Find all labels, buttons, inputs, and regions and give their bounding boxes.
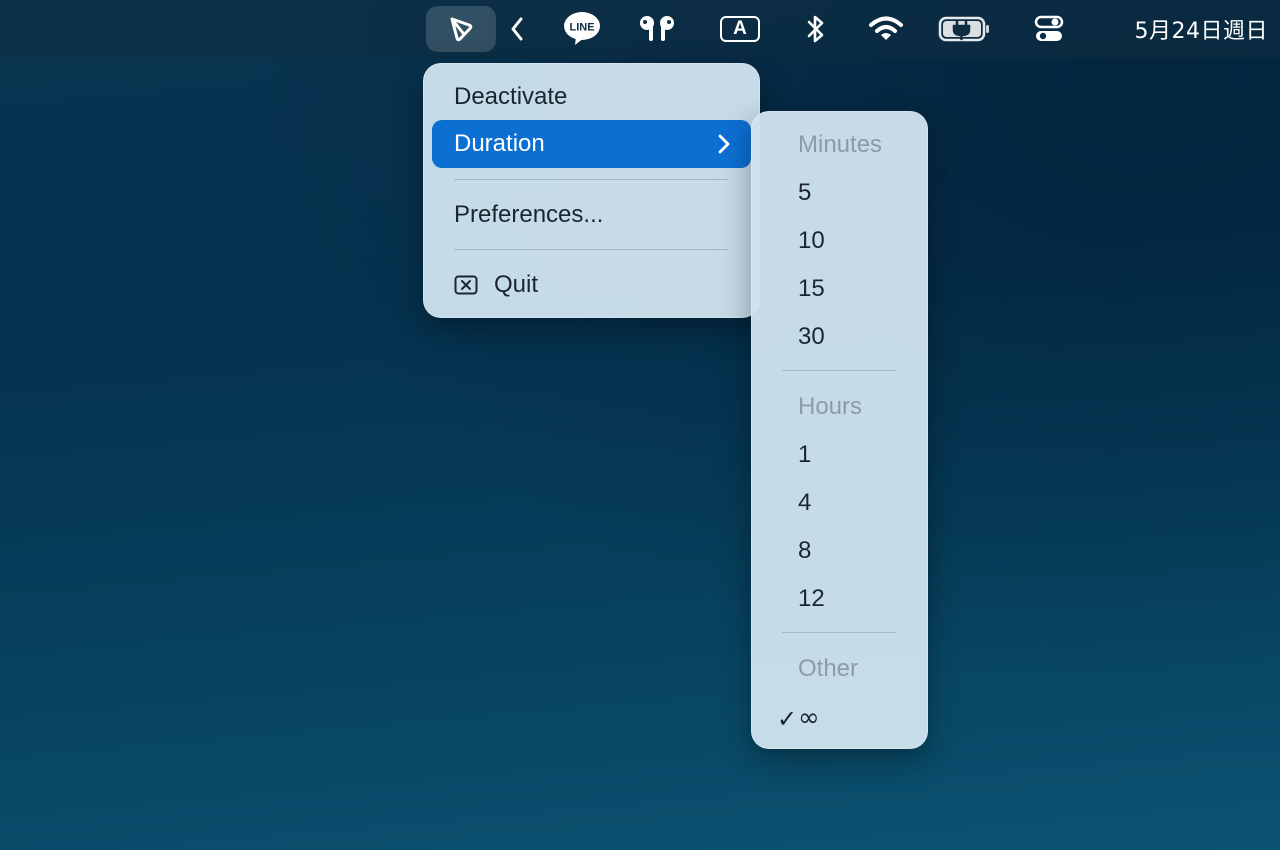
control-center-icon <box>1034 15 1064 41</box>
wifi-status-item[interactable] <box>864 6 908 52</box>
battery-status-item[interactable] <box>936 6 994 52</box>
duration-option-10-minutes[interactable]: 10 <box>760 217 919 265</box>
submenu-header-minutes: Minutes <box>798 131 883 158</box>
duration-option-12-hours[interactable]: 12 <box>760 575 919 623</box>
menu-separator <box>454 249 728 250</box>
submenu-header-other: Other <box>798 655 859 682</box>
input-source-icon: A <box>720 16 760 42</box>
menubar-clock[interactable]: 5月24日週日 <box>1098 6 1268 52</box>
menu-item-duration[interactable]: Duration <box>432 120 751 168</box>
duration-option-30-minutes[interactable]: 30 <box>760 313 919 361</box>
menu-bar: LINE A 5月24日週日 <box>0 0 1280 58</box>
quit-icon <box>454 275 478 295</box>
menu-item-label: Preferences... <box>454 201 604 228</box>
duration-option-indefinitely[interactable]: ✓ ∞ <box>760 694 919 742</box>
duration-option-5-minutes[interactable]: 5 <box>760 169 919 217</box>
line-app-icon: LINE <box>564 12 600 45</box>
menu-separator <box>454 179 728 180</box>
menu-separator <box>782 370 896 371</box>
menu-item-deactivate[interactable]: Deactivate <box>432 73 751 121</box>
chevron-left-icon <box>511 17 523 41</box>
bluetooth-status-item[interactable] <box>800 6 832 52</box>
menu-separator <box>782 632 896 633</box>
submenu-header-hours: Hours <box>798 393 863 420</box>
menu-item-label: Quit <box>494 271 539 298</box>
input-source-label: A <box>733 18 747 39</box>
chevron-right-icon <box>718 134 730 154</box>
menu-item-preferences[interactable]: Preferences... <box>432 191 751 239</box>
duration-option-1-hour[interactable]: 1 <box>760 431 919 479</box>
wifi-icon <box>869 16 903 40</box>
duration-option-8-hours[interactable]: 8 <box>760 527 919 575</box>
control-center-status-item[interactable] <box>1026 6 1072 52</box>
amphetamine-menu: Deactivate Duration Preferences... Quit <box>423 63 760 318</box>
bluetooth-icon <box>807 15 824 43</box>
checkmark-icon: ✓ <box>777 705 798 733</box>
airpods-icon <box>640 16 674 41</box>
amphetamine-app-icon <box>450 17 473 42</box>
menu-item-label: Duration <box>454 130 545 157</box>
line-status-item[interactable]: LINE <box>560 6 604 52</box>
clock-text: 5月24日週日 <box>1134 19 1268 44</box>
duration-option-4-hours[interactable]: 4 <box>760 479 919 527</box>
duration-submenu: Minutes 5 10 15 30 Hours 1 4 8 12 Other … <box>751 111 928 749</box>
amphetamine-status-item[interactable] <box>426 6 496 52</box>
battery-charging-icon <box>938 16 989 42</box>
airpods-status-item[interactable] <box>633 6 681 52</box>
input-source-status-item[interactable]: A <box>716 6 764 52</box>
duration-option-15-minutes[interactable]: 15 <box>760 265 919 313</box>
collapse-menubar-button[interactable] <box>502 6 532 52</box>
menu-item-quit[interactable]: Quit <box>432 261 751 309</box>
svg-text:LINE: LINE <box>569 22 594 34</box>
infinity-label: ∞ <box>798 703 820 733</box>
menu-item-label: Deactivate <box>454 83 568 110</box>
